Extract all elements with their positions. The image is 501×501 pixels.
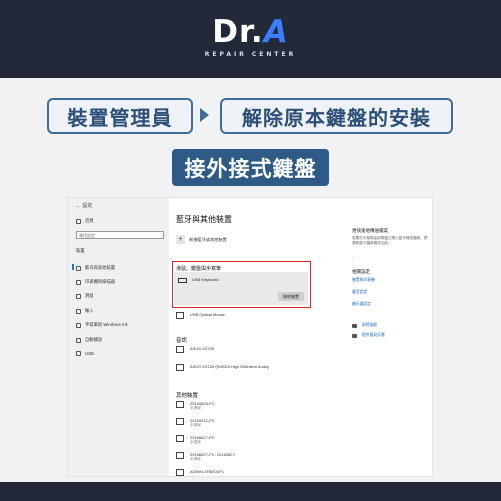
keyboard-device-row[interactable]: USB Keyboard 移除裝置 <box>174 272 308 305</box>
keyboard-icon <box>178 278 187 283</box>
help-icon <box>352 323 357 328</box>
related-settings-title: 相關設定 <box>352 269 370 274</box>
back-button[interactable]: ← 設定 <box>76 202 92 209</box>
devices-icon <box>76 265 81 271</box>
audio-section-title: 音訊 <box>176 338 188 344</box>
step-uninstall-keyboard: 解除原本鍵盤的安裝 <box>220 98 453 134</box>
other-device-row[interactable]: 20160826-PC 未連線 <box>176 401 215 411</box>
arrow-right-icon <box>200 108 209 122</box>
sound-settings-link[interactable]: 聲音設定 <box>352 290 367 295</box>
devices-printers-link[interactable]: 裝置和印表機 <box>352 278 375 283</box>
fast-transfer-title: 更快速地傳送檔案 <box>352 228 388 233</box>
selected-indicator <box>72 264 74 270</box>
sidebar-item-home[interactable]: 首頁 <box>76 218 94 224</box>
header-bar: Dr.A REPAIR CENTER <box>0 0 501 78</box>
fast-transfer-text: 若要在手機與這部電腦之間以藍牙傳送檔案，請選取藍牙檔案傳送功能。 <box>352 236 428 245</box>
autoplay-icon <box>76 337 81 343</box>
computer-icon <box>176 401 184 408</box>
kb-section-title: 滑鼠、鍵盤與手寫筆 <box>176 266 222 272</box>
sidebar-item-pen[interactable]: 手寫筆與 Windows Ink <box>76 322 128 328</box>
feedback-icon <box>352 333 357 338</box>
usb-icon <box>76 351 81 356</box>
add-device-label[interactable]: 新增藍牙或其他裝置 <box>189 237 227 243</box>
search-input[interactable]: 尋找設定 <box>76 231 164 239</box>
keyboard-highlight: 滑鼠、鍵盤與手寫筆 USB Keyboard 移除裝置 <box>172 261 311 308</box>
computer-icon <box>176 435 184 442</box>
page-title: 藍牙與其他裝置 <box>176 215 232 224</box>
monitor-icon <box>176 346 184 353</box>
sidebar-item-usb[interactable]: USB <box>76 351 94 356</box>
sidebar-item-typing[interactable]: 輸入 <box>76 308 94 314</box>
display-settings-link[interactable]: 顯示器設定 <box>352 302 371 307</box>
mouse-icon <box>76 293 81 299</box>
footer-bar <box>0 482 501 501</box>
computer-icon <box>176 418 184 425</box>
sidebar-item-mouse[interactable]: 滑鼠 <box>76 293 94 299</box>
external-keyboard-banner: 接外接式鍵盤 <box>172 149 329 186</box>
other-device-row[interactable]: ADMIN-3TBE0DF1 <box>176 469 224 476</box>
home-icon <box>76 218 81 224</box>
brand-subtitle: REPAIR CENTER <box>204 51 297 58</box>
other-device-row[interactable]: 20160912-PC 未連線 <box>176 418 215 428</box>
printer-icon <box>76 279 81 285</box>
keyboard-icon <box>76 308 81 314</box>
brand-logo: Dr.A <box>212 14 289 50</box>
pen-icon <box>76 322 81 328</box>
sidebar-item-bluetooth[interactable]: 藍牙與其他裝置 <box>76 265 115 271</box>
speaker-icon <box>176 364 184 371</box>
audio-device-row[interactable]: ASUS VC239 <box>176 346 214 353</box>
remove-device-button[interactable]: 移除裝置 <box>278 292 304 301</box>
audio-device-row[interactable]: ASUS VC239 (NVIDIA High Definition Audio… <box>176 364 269 371</box>
sidebar-item-printers[interactable]: 印表機與掃描器 <box>76 279 115 285</box>
other-device-row[interactable]: 20166827-PC: 20160827: 未連線 <box>176 452 236 462</box>
feedback-link[interactable]: 提供意見反應 <box>352 333 385 338</box>
mouse-icon <box>176 312 184 319</box>
keyboard-device-name: USB Keyboard <box>192 277 219 282</box>
settings-right-panel: 更快速地傳送檔案 若要在手機與這部電腦之間以藍牙傳送檔案，請選取藍牙檔案傳送功能… <box>352 198 432 476</box>
mouse-device-row[interactable]: USB Optical Mouse <box>176 312 225 319</box>
settings-screenshot: ← 設定 首頁 尋找設定 裝置 藍牙與其他裝置 印表機與掃描器 滑鼠 輸入 手寫… <box>67 197 433 477</box>
get-help-link[interactable]: 取得協助 <box>352 323 377 328</box>
sidebar-group-devices: 裝置 <box>76 248 85 253</box>
step-device-manager: 裝置管理員 <box>47 98 193 134</box>
other-section-title: 其他裝置 <box>176 393 199 399</box>
computer-icon <box>176 452 184 459</box>
sidebar-item-autoplay[interactable]: 自動播放 <box>76 337 102 343</box>
settings-sidebar: ← 設定 首頁 尋找設定 裝置 藍牙與其他裝置 印表機與掃描器 滑鼠 輸入 手寫… <box>68 198 169 476</box>
other-device-row[interactable]: 20166827-PC 未連線 <box>176 435 215 445</box>
computer-icon <box>176 469 184 476</box>
add-device-button[interactable]: + <box>176 235 185 244</box>
bluetooth-link[interactable]: ... <box>352 255 355 259</box>
